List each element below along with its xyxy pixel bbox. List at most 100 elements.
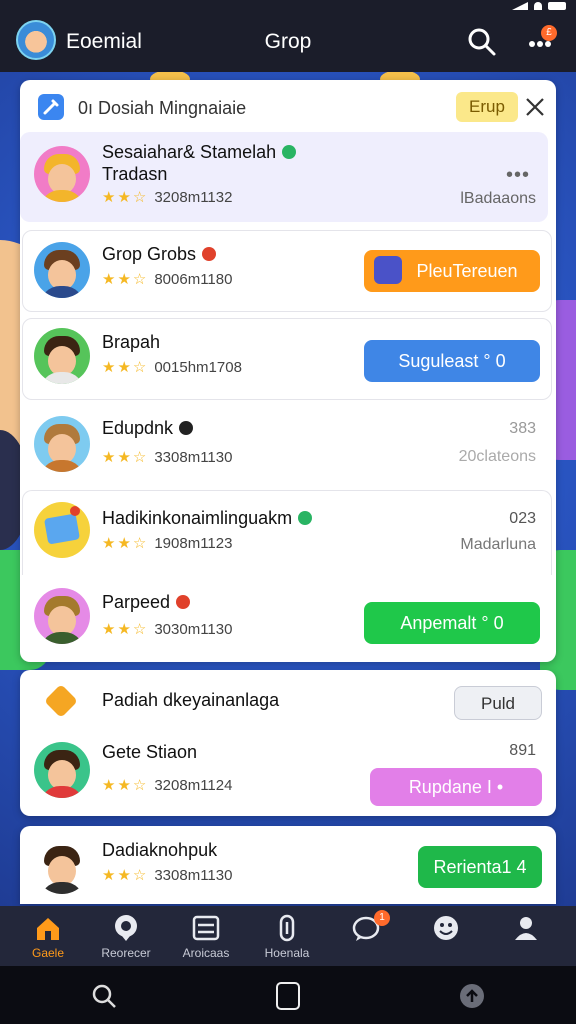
card-title: 0ı Dosiah Mingnaiaie — [78, 98, 247, 118]
star-rating: ★★☆ 3308m1130 — [102, 867, 233, 884]
star-rating: ★★☆ 0015hm1708 — [102, 359, 242, 376]
list-item[interactable]: Grop Grobs ★★☆ 8006m1180 PleuTereuen — [20, 230, 556, 312]
row-status: 20clateons — [458, 448, 536, 465]
list-item[interactable]: Gete Stiaon ★★☆ 3208m1124 891 Rupdane I • — [20, 734, 556, 816]
pull-button[interactable]: Puld — [454, 686, 542, 720]
verified-icon — [298, 511, 313, 525]
row-meta: 3308m1130 — [154, 867, 233, 884]
nav-label: Gaele — [31, 946, 65, 960]
notification-badge: 1 — [374, 910, 390, 926]
close-button[interactable] — [522, 94, 548, 120]
smile-icon — [434, 916, 458, 940]
home-icon — [37, 918, 59, 940]
avatar — [34, 146, 90, 202]
row-meta: 3030m1130 — [154, 621, 233, 638]
star-rating: ★★☆ 1908m1123 — [102, 535, 233, 552]
star-rating: ★★☆ 3208m1124 — [102, 777, 233, 794]
row-name: Sesaiahar& Stamelah — [102, 142, 277, 162]
nav-item-profile[interactable] — [486, 906, 566, 966]
row-subtitle: Tradasn — [102, 164, 168, 184]
avatar — [34, 588, 90, 644]
row-name: Grop Grobs — [102, 244, 197, 264]
search-icon — [468, 28, 496, 56]
home-system-button[interactable] — [276, 982, 300, 1010]
notification-badge: £ — [541, 25, 557, 41]
nav-label: Hoenala — [264, 946, 310, 960]
row-count: 891 — [509, 742, 536, 759]
row-name: Edupdnk — [102, 418, 174, 438]
search-button[interactable] — [466, 26, 498, 58]
star-rating: ★★☆ 3308m1130 — [102, 449, 233, 466]
group-chip-button[interactable]: Erup — [456, 92, 518, 122]
nav-label: Aroicaas — [182, 946, 230, 960]
star-rating: ★★☆ 3208m1132 — [102, 189, 233, 206]
system-navigation-bar — [0, 966, 576, 1024]
list-item[interactable]: Edupdnk ★★☆ 3308m1130 383 20clateons — [20, 406, 556, 490]
action-button[interactable]: Anpemalt ° 0 — [364, 602, 540, 644]
avatar — [34, 502, 90, 558]
row-meta: 3208m1132 — [154, 189, 233, 206]
signal-icon — [512, 2, 528, 10]
row-status: lBadaaons — [460, 190, 536, 207]
search-icon[interactable] — [90, 982, 118, 1010]
nav-item-reorecer[interactable]: Reorecer — [86, 906, 166, 966]
list-card: Dadiaknohpuk ★★☆ 3308m1130 Rerienta1 4 — [20, 826, 556, 904]
app-title: Eoemial — [66, 30, 142, 53]
avatar[interactable] — [16, 20, 56, 60]
nav-item-messages[interactable]: 1 — [326, 906, 406, 966]
tool-icon — [38, 94, 64, 120]
alert-icon — [176, 595, 191, 609]
group-list-card: 0ı Dosiah Mingnaiaie Erup Sesaiahar& Sta… — [20, 80, 556, 662]
star-rating: ★★☆ 3030m1130 — [102, 621, 233, 638]
section-title: Padiah dkeyainanlaga — [102, 690, 280, 710]
alert-icon — [202, 247, 217, 261]
inbox-icon — [192, 915, 220, 941]
envelope-icon — [44, 684, 78, 718]
avatar — [34, 328, 90, 384]
wifi-icon — [534, 2, 542, 10]
list-item[interactable]: Sesaiahar& Stamelah Tradasn ★★☆ 3208m1132… — [20, 132, 556, 222]
video-icon — [374, 256, 402, 284]
list-item[interactable]: Dadiaknohpuk ★★☆ 3308m1130 Rerienta1 4 — [20, 826, 556, 904]
nav-item-emoji[interactable] — [406, 906, 486, 966]
list-item[interactable]: Hadikinkonaimlinguakm ★★☆ 1908m1123 023 M… — [20, 490, 556, 575]
row-name: Parpeed — [102, 592, 171, 612]
list-item[interactable]: Brapah ★★☆ 0015hm1708 Suguleast ° 0 — [20, 318, 556, 400]
settings-icon[interactable] — [458, 982, 486, 1010]
row-count: 023 — [509, 510, 536, 527]
profile-icon — [515, 917, 537, 940]
nav-label: Reorecer — [101, 946, 151, 960]
row-name: Gete Stiaon — [102, 742, 198, 762]
row-name: Dadiaknohpuk — [102, 840, 218, 860]
row-meta: 1908m1123 — [154, 535, 233, 552]
play-icon — [179, 421, 194, 435]
card-header: 0ı Dosiah Mingnaiaie Erup — [20, 80, 556, 132]
action-button[interactable]: Suguleast ° 0 — [364, 340, 540, 382]
bottom-navigation: Gaele Reorecer Aroicaas Hoenala 1 — [0, 906, 576, 966]
nav-item-home[interactable]: Gaele — [8, 906, 88, 966]
star-rating: ★★☆ 8006m1180 — [102, 271, 233, 288]
bottle-icon — [279, 914, 295, 942]
more-dots-icon[interactable]: ••• — [506, 164, 530, 187]
avatar — [34, 242, 90, 298]
close-icon — [526, 98, 544, 116]
row-count: 383 — [509, 420, 536, 437]
status-bar — [0, 0, 576, 12]
action-button[interactable]: Rerienta1 4 — [418, 846, 542, 888]
row-meta: 8006m1180 — [154, 271, 233, 288]
group-section-card: Padiah dkeyainanlaga Puld Gete Stiaon ★★… — [20, 670, 556, 816]
row-meta: 3208m1124 — [154, 777, 233, 794]
row-name: Brapah — [102, 332, 161, 352]
list-item[interactable]: Parpeed ★★☆ 3030m1130 Anpemalt ° 0 — [20, 574, 556, 660]
avatar — [34, 742, 90, 798]
chat-bubble-icon — [115, 915, 137, 941]
avatar — [34, 838, 90, 894]
nav-item-aroicaas[interactable]: Aroicaas — [166, 906, 246, 966]
action-button[interactable]: Rupdane I • — [370, 768, 542, 806]
row-status: Madarluna — [460, 536, 536, 553]
nav-item-hoenala[interactable]: Hoenala — [247, 906, 327, 966]
verified-icon — [282, 145, 297, 159]
avatar — [34, 416, 90, 472]
action-button[interactable]: PleuTereuen — [364, 250, 540, 292]
row-name: Hadikinkonaimlinguakm — [102, 508, 293, 528]
